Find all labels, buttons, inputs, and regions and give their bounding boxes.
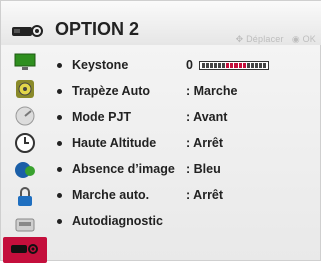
- sidebar-item-time[interactable]: [3, 132, 47, 158]
- menu-item-value: : Marche: [186, 84, 238, 98]
- bullet: [57, 140, 62, 146]
- option2-icon: [10, 239, 40, 262]
- lock-icon: [15, 186, 35, 213]
- settings-disc-icon: [14, 105, 36, 132]
- keystone-tick: [238, 62, 242, 68]
- hint-ok-label: OK: [302, 34, 316, 44]
- keystone-ticks: [201, 62, 266, 68]
- move-arrows-icon: ✥: [235, 34, 244, 44]
- keystone-tick: [222, 62, 226, 68]
- sidebar-item-lock[interactable]: [3, 186, 47, 212]
- bullet: [57, 62, 62, 68]
- input-icon: [14, 214, 36, 239]
- menu-item-keystone[interactable]: Keystone 0: [57, 53, 319, 77]
- sidebar-item-input[interactable]: [3, 213, 47, 239]
- nav-hint: ✥ Déplacer ◉ OK: [236, 34, 316, 45]
- keystone-tick: [210, 62, 214, 68]
- keystone-value: 0: [186, 58, 269, 72]
- keystone-tick: [234, 62, 238, 68]
- menu-item-haute-altitude[interactable]: Haute Altitude : Arrêt: [57, 131, 319, 155]
- audio-icon: [14, 78, 36, 105]
- sidebar: [3, 47, 47, 263]
- page-title: OPTION 2: [55, 19, 140, 39]
- keystone-tick: [218, 62, 222, 68]
- menu-item-label: Absence d’image: [72, 162, 175, 176]
- menu-item-value: : Avant: [186, 110, 228, 124]
- bullet: [57, 166, 62, 172]
- keystone-tick: [250, 62, 254, 68]
- hint-move-label: Déplacer: [246, 34, 284, 44]
- menu-header: OPTION 2 ✥ Déplacer ◉ OK: [1, 1, 321, 45]
- menu-item-label: Marche auto.: [72, 188, 150, 202]
- keystone-tick: [201, 62, 206, 68]
- menu-item-mode-pjt[interactable]: Mode PJT : Avant: [57, 105, 319, 129]
- keystone-tick: [246, 62, 250, 68]
- menu-item-label: Mode PJT: [72, 110, 132, 124]
- ok-button-icon: ◉: [291, 34, 300, 44]
- osd-menu: OPTION 2 ✥ Déplacer ◉ OK Keystone 0 Trap…: [0, 0, 321, 263]
- keystone-slider[interactable]: [198, 60, 269, 70]
- menu-item-value: : Arrêt: [186, 188, 224, 202]
- menu-item-value: : Arrêt: [186, 136, 224, 150]
- bullet: [57, 114, 62, 120]
- option-icon: [11, 21, 45, 41]
- menu-item-value: : Bleu: [186, 162, 221, 176]
- keystone-tick: [214, 62, 218, 68]
- keystone-tick: [226, 62, 230, 68]
- bullet: [57, 192, 62, 198]
- keystone-tick: [258, 62, 262, 68]
- keystone-tick: [230, 62, 234, 68]
- keystone-number: 0: [186, 58, 193, 72]
- menu-item-label: Keystone: [72, 58, 129, 72]
- sidebar-item-option1[interactable]: [3, 159, 47, 185]
- menu-item-trapeze-auto[interactable]: Trapèze Auto : Marche: [57, 79, 319, 103]
- sidebar-item-picture[interactable]: [3, 51, 47, 77]
- sidebar-item-option2[interactable]: [3, 237, 47, 263]
- bullet: [57, 218, 62, 224]
- option1-icon: [13, 160, 37, 185]
- menu-item-label: Haute Altitude: [72, 136, 157, 150]
- picture-icon: [14, 53, 36, 76]
- menu-item-marche-auto[interactable]: Marche auto. : Arrêt: [57, 183, 319, 207]
- keystone-tick: [262, 62, 266, 68]
- menu-item-absence-image[interactable]: Absence d’image : Bleu: [57, 157, 319, 181]
- clock-icon: [14, 132, 36, 159]
- menu-item-autodiagnostic[interactable]: Autodiagnostic: [57, 209, 319, 233]
- bullet: [57, 88, 62, 94]
- keystone-tick: [254, 62, 258, 68]
- menu-item-label: Trapèze Auto: [72, 84, 151, 98]
- menu-item-label: Autodiagnostic: [72, 214, 163, 228]
- sidebar-item-audio[interactable]: [3, 78, 47, 104]
- keystone-tick: [242, 62, 246, 68]
- sidebar-item-settings[interactable]: [3, 105, 47, 131]
- keystone-tick: [206, 62, 210, 68]
